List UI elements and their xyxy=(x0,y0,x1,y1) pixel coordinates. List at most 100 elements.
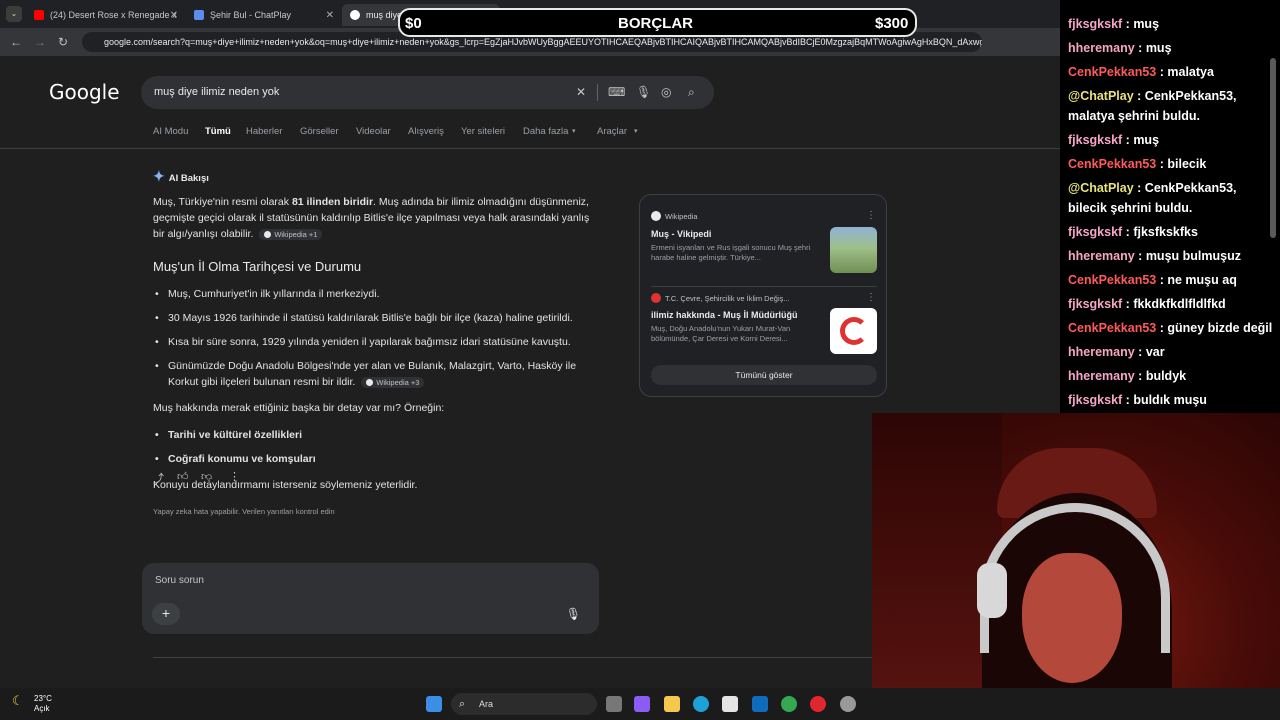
store-icon[interactable] xyxy=(722,696,738,712)
chat-username[interactable]: fjksgkskf xyxy=(1068,393,1122,407)
tab-list-icon[interactable]: ⌄ xyxy=(6,6,22,22)
chat-username[interactable]: CenkPekkan53 xyxy=(1068,321,1156,335)
chat-username[interactable]: fjksgkskf xyxy=(1068,133,1122,147)
microphone-icon[interactable]: 🎙 xyxy=(636,85,651,99)
keyboard-icon[interactable]: ⌨ xyxy=(608,85,625,99)
ask-input[interactable]: Soru sorun xyxy=(155,575,204,586)
file-explorer-icon[interactable] xyxy=(664,696,680,712)
tab-youtube[interactable]: (24) Desert Rose x Renegade x ✕ xyxy=(26,4,184,26)
opera-icon[interactable] xyxy=(810,696,826,712)
divider xyxy=(0,148,1060,149)
source-title-link[interactable]: Muş - Vikipedi xyxy=(651,229,711,239)
add-button[interactable]: + xyxy=(152,603,180,625)
chat-text: fjksfkskfks xyxy=(1133,225,1198,239)
more-options-icon[interactable]: ⋮ xyxy=(866,210,876,221)
stream-chat: fjksgkskf : muş hheremany : muş CenkPekkan… xyxy=(1060,0,1280,413)
chat-username[interactable]: hheremany xyxy=(1068,249,1135,263)
list-item: Kısa bir süre sonra, 1929 yılında yenide… xyxy=(153,334,593,350)
source-snippet: Muş, Doğu Anadolu'nun Yukarı Murat-Van b… xyxy=(651,324,791,343)
chat-text: buldyk xyxy=(1145,369,1187,383)
source-name: Wikipedia xyxy=(665,212,698,221)
tab-places[interactable]: Yer siteleri xyxy=(461,126,505,137)
copilot-icon[interactable] xyxy=(634,696,650,712)
tab-more[interactable]: Daha fazla xyxy=(523,126,568,137)
app-icon[interactable] xyxy=(840,696,856,712)
chat-username[interactable]: fjksgkskf xyxy=(1068,297,1122,311)
close-tab-icon[interactable]: ✕ xyxy=(170,10,178,21)
thumbs-down-icon[interactable]: 👎︎ xyxy=(201,470,212,483)
chat-message: fjksgkskf : fjksfkskfks xyxy=(1068,222,1278,242)
chat-username[interactable]: CenkPekkan53 xyxy=(1068,157,1156,171)
chat-username[interactable]: fjksgkskf xyxy=(1068,225,1122,239)
chat-separator: : xyxy=(1156,157,1168,171)
chat-message: fjksgkskf : fkkdkfkdlfldlfkd xyxy=(1068,294,1278,314)
chat-username[interactable]: hheremany xyxy=(1068,41,1135,55)
chat-message: hheremany : buldyk xyxy=(1068,366,1278,386)
chat-scrollbar[interactable] xyxy=(1270,58,1276,238)
chat-username[interactable]: @ChatPlay xyxy=(1068,89,1134,103)
taskbar-search[interactable]: ⌕ Ara xyxy=(451,693,597,715)
chat-username[interactable]: hheremany xyxy=(1068,345,1135,359)
google-logo[interactable]: Google xyxy=(49,80,120,104)
tab-images[interactable]: Görseller xyxy=(300,126,339,137)
clear-icon[interactable]: ✕ xyxy=(576,85,586,99)
tab-label: (24) Desert Rose x Renegade x xyxy=(50,10,177,20)
chat-text: muş xyxy=(1145,41,1172,55)
chat-message: fjksgkskf : buldık muşu xyxy=(1068,390,1278,410)
ai-section-heading: Muş'un İl Olma Tarihçesi ve Durumu xyxy=(153,259,362,274)
more-options-icon[interactable]: ⋮ xyxy=(866,292,876,303)
muş-city-thumbnail[interactable] xyxy=(830,227,877,273)
chat-username[interactable]: fjksgkskf xyxy=(1068,17,1122,31)
overlay-left-value: $0 xyxy=(405,15,422,32)
search-icon[interactable]: ⌕ xyxy=(688,85,695,100)
outlook-icon[interactable] xyxy=(752,696,768,712)
overlay-title: BORÇLAR xyxy=(618,15,693,32)
chat-message: hheremany : muş xyxy=(1068,38,1278,58)
close-tab-icon[interactable]: ✕ xyxy=(326,10,334,21)
chat-message: CenkPekkan53 : ne muşu aq xyxy=(1068,270,1278,290)
ministry-logo-thumbnail[interactable] xyxy=(830,308,877,354)
tab-all[interactable]: Tümü xyxy=(205,126,231,137)
share-icon[interactable]: ⤴ xyxy=(153,470,164,486)
weather-temp: 23°C xyxy=(34,694,52,703)
show-all-button[interactable]: Tümünü göster xyxy=(651,365,877,385)
chat-text: malatya xyxy=(1167,65,1214,79)
chat-message: CenkPekkan53 : güney bizde değil xyxy=(1068,318,1278,338)
forward-icon[interactable]: → xyxy=(34,35,46,49)
chat-message: @ChatPlay : CenkPekkan53, malatya şehrini… xyxy=(1068,86,1278,126)
chat-username[interactable]: CenkPekkan53 xyxy=(1068,273,1156,287)
chat-text: muşu bulmuşuz xyxy=(1145,249,1241,263)
ask-box[interactable]: Soru sorun + 🎙 xyxy=(142,563,599,634)
source-chip[interactable]: Wikipedia +3 xyxy=(361,377,425,388)
taskbar-search-label: Ara xyxy=(479,699,494,709)
chat-separator: : xyxy=(1156,65,1168,79)
tab-tools[interactable]: Araçlar xyxy=(597,126,627,137)
divider xyxy=(153,657,873,658)
search-input[interactable]: muş diye ilimiz neden yok xyxy=(154,86,279,98)
tab-ai-mode[interactable]: AI Modu xyxy=(153,126,188,137)
sparkle-icon: ✦ xyxy=(153,168,165,184)
chat-username[interactable]: CenkPekkan53 xyxy=(1068,65,1156,79)
back-icon[interactable]: ← xyxy=(10,35,22,49)
tab-news[interactable]: Haberler xyxy=(246,126,282,137)
source-title-link[interactable]: ilimiz hakkında - Muş İl Müdürlüğü xyxy=(651,310,798,320)
source-chip[interactable]: Wikipedia +1 xyxy=(259,229,323,240)
tab-videos[interactable]: Videolar xyxy=(356,126,391,137)
more-options-icon[interactable]: ⋮ xyxy=(229,470,240,483)
windows-start-icon[interactable] xyxy=(426,696,442,712)
tab-chatplay[interactable]: Şehir Bul - ChatPlay ✕ xyxy=(186,4,340,26)
microphone-icon[interactable]: 🎙 xyxy=(566,607,581,621)
tab-shopping[interactable]: Alışveriş xyxy=(408,126,444,137)
chat-username[interactable]: @ChatPlay xyxy=(1068,181,1134,195)
disclaimer: Yapay zeka hata yapabilir. Verilen yanıt… xyxy=(153,507,335,516)
chat-separator: : xyxy=(1122,393,1134,407)
reload-icon[interactable]: ↻ xyxy=(58,35,68,49)
summary-bold: 81 ilinden biridir xyxy=(291,196,374,208)
chat-username[interactable]: hheremany xyxy=(1068,369,1135,383)
lens-icon[interactable]: ◎ xyxy=(661,85,671,99)
chrome-icon[interactable] xyxy=(781,696,797,712)
thumbs-up-icon[interactable]: 👍︎ xyxy=(177,470,189,483)
edge-icon[interactable] xyxy=(693,696,709,712)
task-view-icon[interactable] xyxy=(606,696,622,712)
search-box[interactable]: muş diye ilimiz neden yok ✕ ⌨ 🎙 ◎ ⌕ xyxy=(141,76,714,109)
